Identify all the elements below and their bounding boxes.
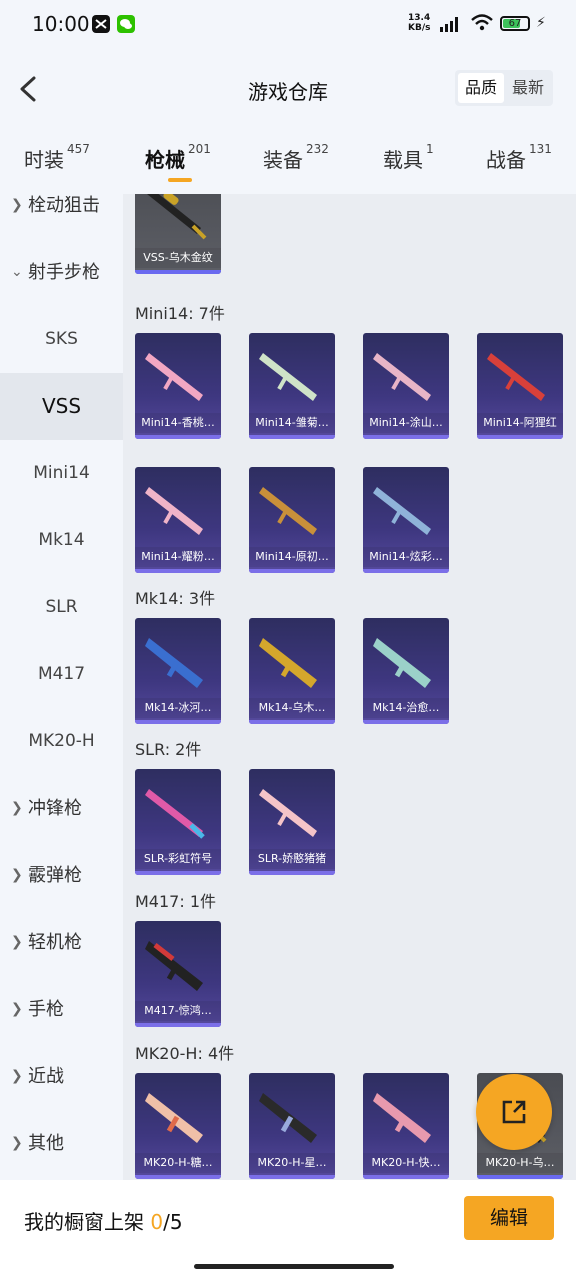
- home-indicator: [194, 1264, 394, 1269]
- rifle-icon: [487, 353, 545, 401]
- item-card-mk14-2[interactable]: Mk14-乌木…: [249, 618, 335, 724]
- net-speed: 13.4 KB/s: [408, 13, 431, 33]
- vss-gun-icon: [147, 194, 207, 240]
- item-card-mini14-7[interactable]: Mini14-炫彩…: [363, 467, 449, 573]
- chevron-right-icon: ❯: [11, 1001, 23, 1017]
- sort-quality-button[interactable]: 品质: [458, 73, 504, 103]
- tab-fashion[interactable]: 时装 457: [24, 142, 90, 173]
- item-card-mk20h-2[interactable]: MK20-H-星…: [249, 1073, 335, 1179]
- sidebar-item-other[interactable]: ❯ 其他: [0, 1110, 123, 1177]
- battery-icon: 67: [500, 16, 530, 31]
- sidebar-item-shotgun[interactable]: ❯ 霰弹枪: [0, 842, 123, 909]
- rifle-icon: [259, 487, 317, 535]
- rifle-icon: [373, 487, 431, 535]
- tab-gear[interactable]: 装备 232: [263, 142, 329, 173]
- chevron-right-icon: ❯: [11, 934, 23, 950]
- item-card-mk14-1[interactable]: Mk14-冰河…: [135, 618, 221, 724]
- status-bar: 10:00 13.4 KB/s 67 ⚡: [0, 0, 576, 50]
- sidebar-item-lmg[interactable]: ❯ 轻机枪: [0, 909, 123, 976]
- rifle-icon: [259, 1093, 317, 1143]
- sidebar-item-smg[interactable]: ❯ 冲锋枪: [0, 775, 123, 842]
- sidebar-item-bolt-sniper[interactable]: ❯ 栓动狙击: [0, 194, 123, 239]
- rifle-icon: [259, 353, 317, 401]
- share-icon: [502, 1100, 526, 1124]
- active-tab-indicator: [168, 178, 192, 182]
- rifle-icon: [145, 789, 205, 839]
- header: 游戏仓库 品质 最新: [0, 50, 576, 130]
- bottom-bar: 我的橱窗上架 0/5 编辑: [0, 1180, 576, 1280]
- rifle-icon: [145, 487, 203, 535]
- rifle-icon: [259, 638, 317, 688]
- item-card-m417-1[interactable]: M417-惊鸿…: [135, 921, 221, 1027]
- item-card-mini14-1[interactable]: Mini14-香桃…: [135, 333, 221, 439]
- rifle-icon: [145, 941, 203, 991]
- sidebar: ❯ 栓动狙击 ⌄ 射手步枪 SKS VSS Mini14 Mk14 SLR M417…: [0, 194, 123, 1180]
- section-header-mk20h: MK20-H: 4件: [135, 1044, 235, 1063]
- item-card-slr-1[interactable]: SLR-彩虹符号: [135, 769, 221, 875]
- chevron-right-icon: ❯: [11, 197, 23, 213]
- item-card-mini14-2[interactable]: Mini14-雏菊…: [249, 333, 335, 439]
- item-card-mini14-3[interactable]: Mini14-涂山…: [363, 333, 449, 439]
- edit-button[interactable]: 编辑: [464, 1196, 554, 1240]
- sidebar-item-mk20h[interactable]: MK20-H: [0, 708, 123, 775]
- share-button[interactable]: [476, 1074, 552, 1150]
- sidebar-item-mini14[interactable]: Mini14: [0, 440, 123, 507]
- rifle-icon: [373, 353, 431, 401]
- tab-guns[interactable]: 枪械 201: [145, 142, 211, 173]
- chevron-down-icon: ⌄: [11, 264, 23, 280]
- chevron-right-icon: ❯: [11, 800, 23, 816]
- item-card-mk20h-1[interactable]: MK20-H-糖…: [135, 1073, 221, 1179]
- sort-toggle: 品质 最新: [455, 70, 553, 106]
- sidebar-item-slr[interactable]: SLR: [0, 574, 123, 641]
- sidebar-item-vss[interactable]: VSS: [0, 373, 123, 440]
- section-header-mini14: Mini14: 7件: [135, 304, 225, 323]
- section-header-mk14: Mk14: 3件: [135, 589, 216, 608]
- section-header-slr: SLR: 2件: [135, 740, 202, 759]
- sidebar-item-m417[interactable]: M417: [0, 641, 123, 708]
- sort-newest-button[interactable]: 最新: [505, 73, 551, 103]
- sidebar-item-mk14[interactable]: Mk14: [0, 507, 123, 574]
- item-grid: VSS-乌木金纹 Mini14: 7件 Mini14-香桃… Mini14-雏菊…: [123, 194, 576, 1180]
- tab-vehicles[interactable]: 载具 1: [383, 142, 434, 173]
- chevron-right-icon: ❯: [11, 1135, 23, 1151]
- chevron-right-icon: ❯: [11, 867, 23, 883]
- capcut-icon: [92, 15, 110, 33]
- rifle-icon: [145, 638, 203, 688]
- item-card-slr-2[interactable]: SLR-娇憨猪猪: [249, 769, 335, 875]
- rifle-icon: [145, 353, 203, 401]
- item-card-mini14-5[interactable]: Mini14-耀粉…: [135, 467, 221, 573]
- rifle-icon: [145, 1093, 203, 1143]
- rifle-icon: [373, 638, 431, 688]
- sidebar-item-dmr[interactable]: ⌄ 射手步枪: [0, 239, 123, 306]
- category-tabs: 时装 457 枪械 201 装备 232 载具 1 战备 131: [0, 130, 576, 194]
- item-card-mk20h-3[interactable]: MK20-H-快…: [363, 1073, 449, 1179]
- rifle-icon: [259, 789, 317, 837]
- charging-icon: ⚡: [536, 15, 546, 31]
- wifi-icon: [471, 14, 493, 31]
- signal-icon: [440, 17, 458, 32]
- section-header-m417: M417: 1件: [135, 892, 217, 911]
- chevron-right-icon: ❯: [11, 1068, 23, 1084]
- status-time: 10:00: [32, 12, 90, 36]
- item-card-mini14-4[interactable]: Mini14-阿狸红: [477, 333, 563, 439]
- sidebar-item-melee[interactable]: ❯ 近战: [0, 1043, 123, 1110]
- tab-supplies[interactable]: 战备 131: [486, 142, 552, 173]
- sidebar-item-pistol[interactable]: ❯ 手枪: [0, 976, 123, 1043]
- rifle-icon: [373, 1093, 431, 1143]
- sidebar-item-sks[interactable]: SKS: [0, 306, 123, 373]
- item-card-mini14-6[interactable]: Mini14-原初…: [249, 467, 335, 573]
- item-card-mk14-3[interactable]: Mk14-治愈…: [363, 618, 449, 724]
- item-card-vss[interactable]: VSS-乌木金纹: [135, 194, 221, 274]
- showcase-status: 我的橱窗上架 0/5: [24, 1210, 183, 1234]
- wechat-icon: [117, 15, 135, 33]
